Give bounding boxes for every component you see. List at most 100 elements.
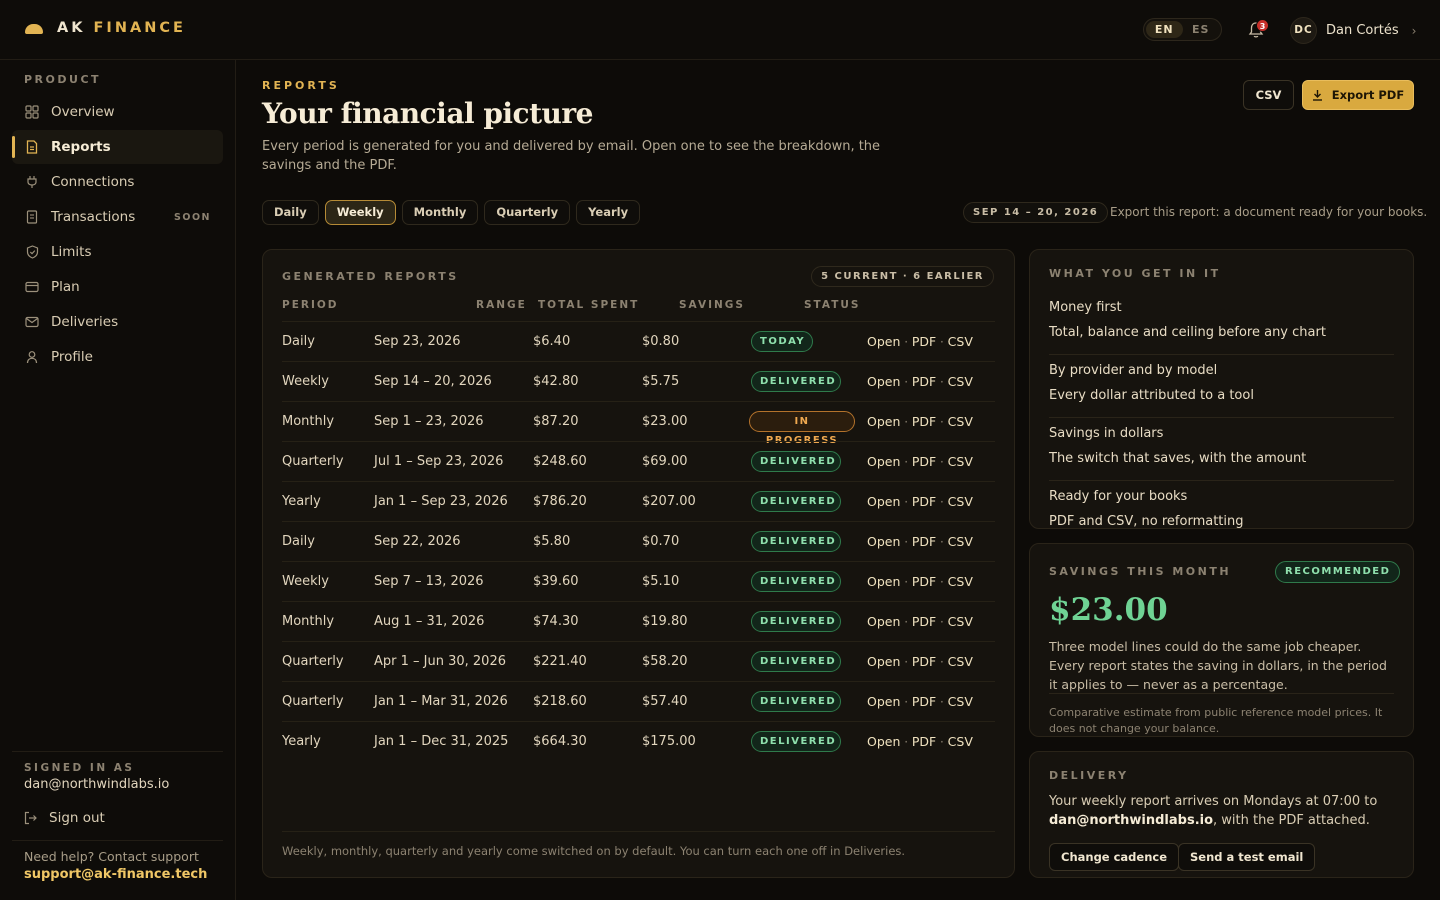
support-email-link[interactable]: support@ak-finance.tech [24, 867, 207, 882]
separator: · [936, 415, 948, 429]
csv-button[interactable]: CSV [1243, 80, 1294, 110]
tab-monthly[interactable]: Monthly [401, 200, 479, 225]
table-row[interactable]: Monthly Sep 1 – 23, 2026 $87.20 $23.00 IN PR… [282, 401, 995, 446]
open-link[interactable]: Open [867, 374, 900, 389]
pdf-link[interactable]: PDF [912, 454, 936, 469]
separator: · [900, 335, 912, 349]
open-link[interactable]: Open [867, 454, 900, 469]
open-link[interactable]: Open [867, 574, 900, 589]
table-row[interactable]: Weekly Sep 7 – 13, 2026 $39.60 $5.10 DELIVER… [282, 561, 995, 601]
csv-link[interactable]: CSV [948, 574, 973, 589]
open-link[interactable]: Open [867, 734, 900, 749]
tab-daily[interactable]: Daily [262, 200, 319, 225]
csv-link[interactable]: CSV [948, 374, 973, 389]
separator: · [936, 495, 948, 509]
csv-link[interactable]: CSV [948, 414, 973, 429]
pdf-link[interactable]: PDF [912, 654, 936, 669]
table-row[interactable]: Quarterly Jul 1 – Sep 23, 2026 $248.60 $69.… [282, 441, 995, 481]
table-row[interactable]: Yearly Jan 1 – Dec 31, 2025 $664.30 $175.00… [282, 721, 995, 761]
table-row[interactable]: Quarterly Jan 1 – Mar 31, 2026 $218.60 $57.… [282, 681, 995, 721]
sign-out-icon [24, 811, 37, 825]
sign-out-label: Sign out [49, 810, 105, 826]
csv-link[interactable]: CSV [948, 614, 973, 629]
tab-quarterly[interactable]: Quarterly [484, 200, 571, 225]
open-link[interactable]: Open [867, 414, 900, 429]
row-range: Jul 1 – Sep 23, 2026 [374, 454, 504, 469]
csv-link[interactable]: CSV [948, 454, 973, 469]
brand-name-a: AK [57, 20, 86, 36]
row-actions: Open · PDF · CSV [867, 682, 973, 722]
separator: · [900, 655, 912, 669]
table-row[interactable]: Daily Sep 23, 2026 $6.40 $0.80 TODAY Open · P… [282, 321, 995, 361]
delivery-card-title: DELIVERY [1049, 769, 1129, 782]
row-total-spent: $42.80 [533, 374, 579, 389]
row-period: Yearly [282, 494, 321, 509]
row-range: Jan 1 – Mar 31, 2026 [374, 694, 508, 709]
open-link[interactable]: Open [867, 334, 900, 349]
pdf-link[interactable]: PDF [912, 614, 936, 629]
table-row[interactable]: Yearly Jan 1 – Sep 23, 2026 $786.20 $207.00… [282, 481, 995, 521]
table-row[interactable]: Weekly Sep 14 – 20, 2026 $42.80 $5.75 DELIVE… [282, 361, 995, 401]
pdf-link[interactable]: PDF [912, 494, 936, 509]
table-row[interactable]: Monthly Aug 1 – 31, 2026 $74.30 $19.80 DELIV… [282, 601, 995, 641]
change-cadence-button[interactable]: Change cadence [1049, 843, 1180, 871]
feature-title: Savings in dollars [1049, 426, 1164, 441]
mail-icon [24, 314, 40, 330]
user-menu[interactable]: DC Dan Cortés › [1290, 17, 1416, 44]
feature-title: Money first [1049, 300, 1122, 315]
avatar: DC [1290, 17, 1317, 44]
delivery-text-after: , with the PDF attached. [1213, 813, 1370, 828]
column-header-total: TOTAL SPENT [538, 299, 640, 311]
open-link[interactable]: Open [867, 654, 900, 669]
status-badge: DELIVERED [751, 571, 841, 592]
tab-weekly[interactable]: Weekly [324, 200, 396, 225]
csv-link[interactable]: CSV [948, 654, 973, 669]
table-row[interactable]: Daily Sep 22, 2026 $5.80 $0.70 DELIVERED Open… [282, 521, 995, 561]
pdf-link[interactable]: PDF [912, 414, 936, 429]
signed-in-email: dan@northwindlabs.io [24, 777, 170, 792]
sidebar-item-label: Reports [51, 139, 111, 155]
sidebar-item-reports[interactable]: Reports [12, 130, 223, 164]
pdf-link[interactable]: PDF [912, 334, 936, 349]
language-en[interactable]: EN [1146, 21, 1183, 38]
sidebar-item-limits[interactable]: Limits [12, 235, 223, 269]
sidebar-item-transactions[interactable]: Transactions SOON [12, 200, 223, 234]
language-es[interactable]: ES [1183, 21, 1220, 38]
csv-link[interactable]: CSV [948, 534, 973, 549]
feature-desc: PDF and CSV, no reformatting [1049, 514, 1244, 529]
row-actions: Open · PDF · CSV [867, 602, 973, 642]
open-link[interactable]: Open [867, 534, 900, 549]
column-header-range: RANGE [476, 299, 527, 311]
divider [1049, 417, 1394, 418]
pdf-link[interactable]: PDF [912, 534, 936, 549]
open-link[interactable]: Open [867, 494, 900, 509]
pdf-link[interactable]: PDF [912, 694, 936, 709]
open-link[interactable]: Open [867, 694, 900, 709]
brand-name: AK FINANCE [57, 20, 186, 36]
csv-link[interactable]: CSV [948, 694, 973, 709]
status-badge: DELIVERED [751, 611, 841, 632]
sidebar-item-plan[interactable]: Plan [12, 270, 223, 304]
selected-period-pill: SEP 14 – 20, 2026 [963, 202, 1109, 223]
brand-logo[interactable]: AK FINANCE [25, 20, 186, 36]
pdf-link[interactable]: PDF [912, 734, 936, 749]
sidebar-item-connections[interactable]: Connections [12, 165, 223, 199]
pdf-link[interactable]: PDF [912, 374, 936, 389]
sidebar-item-overview[interactable]: Overview [12, 95, 223, 129]
open-link[interactable]: Open [867, 614, 900, 629]
csv-link[interactable]: CSV [948, 334, 973, 349]
sign-out-button[interactable]: Sign out [24, 810, 105, 826]
sidebar-item-profile[interactable]: Profile [12, 340, 223, 374]
divider [1049, 354, 1394, 355]
export-pdf-button[interactable]: Export PDF [1302, 80, 1414, 110]
pdf-link[interactable]: PDF [912, 574, 936, 589]
row-actions: Open · PDF · CSV [867, 362, 973, 402]
csv-link[interactable]: CSV [948, 734, 973, 749]
csv-link[interactable]: CSV [948, 494, 973, 509]
table-row[interactable]: Quarterly Apr 1 – Jun 30, 2026 $221.40 $58.… [282, 641, 995, 681]
tab-yearly[interactable]: Yearly [576, 200, 641, 225]
download-icon [1312, 90, 1322, 101]
sidebar-item-deliveries[interactable]: Deliveries [12, 305, 223, 339]
row-period: Daily [282, 534, 315, 549]
send-test-email-button[interactable]: Send a test email [1178, 843, 1316, 871]
